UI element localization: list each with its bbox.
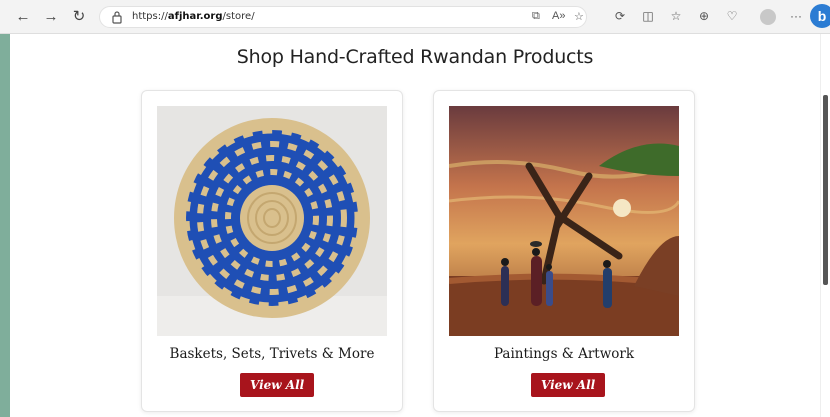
page-title: Shop Hand-Crafted Rwandan Products [236,46,594,68]
forward-arrow-icon[interactable]: → [42,8,60,26]
favorites-icon[interactable]: ☆ [668,9,684,23]
product-card-title: Baskets, Sets, Trivets & More [169,346,375,362]
browser-essentials-icon[interactable]: ♡ [724,9,740,23]
product-card-baskets: Baskets, Sets, Trivets & More View All [141,90,403,412]
painting-illustration [449,106,679,336]
basket-image[interactable] [157,106,387,336]
collections-icon[interactable]: ⊕ [696,9,712,23]
refresh-icon[interactable]: ↻ [70,8,88,26]
scrollbar-thumb[interactable] [823,95,828,285]
view-all-baskets-button[interactable]: View All [240,373,315,397]
painting-image[interactable] [449,106,679,336]
profile-avatar[interactable] [760,9,776,25]
view-all-paintings-button[interactable]: View All [531,373,606,397]
address-bar[interactable]: https://afjhar.org/store/ ⧉ A» ☆ [99,6,587,28]
more-menu-icon[interactable]: ··· [788,9,804,23]
extensions-icon[interactable]: ⟳ [612,9,628,23]
product-card-paintings: Paintings & Artwork View All [433,90,695,412]
product-card-title: Paintings & Artwork [493,346,635,362]
split-screen-icon[interactable]: ◫ [640,9,656,23]
browser-toolbar: ← → ↻ https://afjhar.org/store/ ⧉ A» ☆ ⟳… [0,0,830,34]
read-aloud-icon[interactable]: A» [552,10,565,22]
back-arrow-icon[interactable]: ← [14,8,32,26]
favorite-star-icon[interactable]: ☆ [574,10,584,23]
open-external-icon[interactable]: ⧉ [532,10,540,23]
lock-icon [112,11,122,24]
basket-illustration [157,106,387,336]
url-text[interactable]: https://afjhar.org/store/ [132,11,255,22]
bing-copilot-icon[interactable]: b [810,4,830,28]
page-content [10,34,820,417]
